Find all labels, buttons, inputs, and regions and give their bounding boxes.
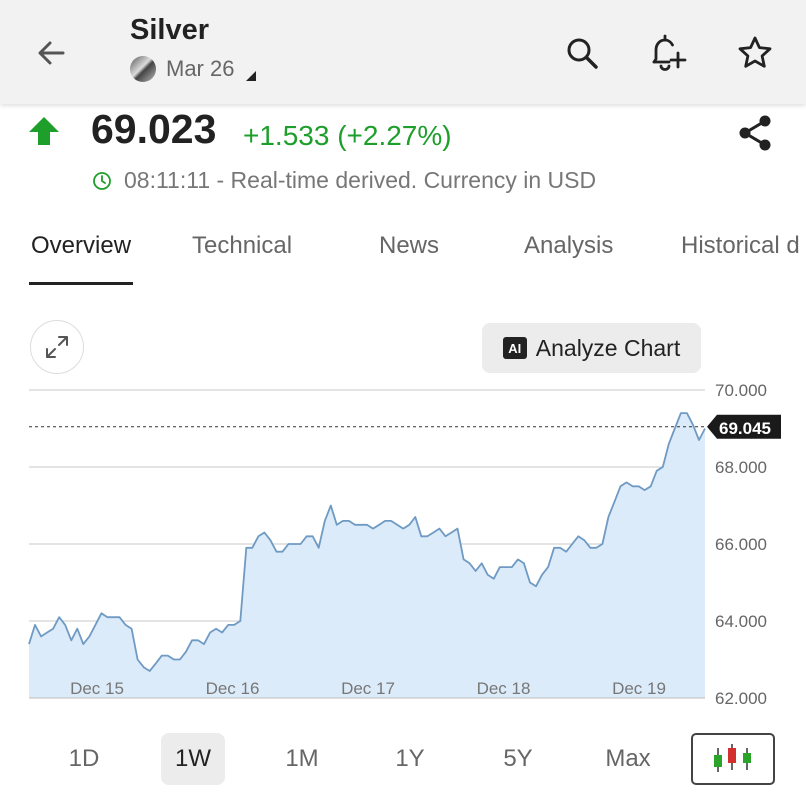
- x-tick-label: Dec 15: [70, 679, 124, 698]
- x-tick-label: Dec 16: [206, 679, 260, 698]
- watchlist-button[interactable]: [734, 32, 776, 74]
- analyze-chart-button[interactable]: AI Analyze Chart: [482, 323, 701, 373]
- section-tabs: Overview Technical News Analysis Histori…: [0, 220, 806, 285]
- range-1d[interactable]: 1D: [52, 733, 116, 785]
- range-1w[interactable]: 1W: [161, 733, 225, 785]
- x-tick-label: Dec 19: [612, 679, 666, 698]
- star-icon: [738, 36, 772, 68]
- back-button[interactable]: [30, 32, 72, 74]
- add-alert-button[interactable]: [646, 32, 688, 74]
- tab-technical[interactable]: Technical: [192, 232, 292, 260]
- x-tick-label: Dec 17: [341, 679, 395, 698]
- instrument-title: Silver: [130, 14, 209, 46]
- back-arrow-icon: [38, 41, 65, 65]
- ai-chat-icon: AI: [502, 337, 527, 359]
- y-tick-label: 70.000: [715, 381, 767, 400]
- tab-overview[interactable]: Overview: [31, 232, 131, 260]
- tab-news[interactable]: News: [379, 232, 439, 260]
- price-area-fill: [29, 413, 705, 698]
- expand-icon: [46, 336, 68, 358]
- contract-month: Mar 26: [166, 56, 235, 81]
- time-range-selector: 1D 1W 1M 1Y 5Y Max: [0, 733, 806, 789]
- ai-badge-text: AI: [508, 340, 522, 356]
- tab-historical-data[interactable]: Historical d: [681, 232, 800, 260]
- realtime-info: 08:11:11 - Real-time derived. Currency i…: [92, 167, 596, 194]
- range-1y[interactable]: 1Y: [378, 733, 442, 785]
- share-icon: [739, 115, 771, 151]
- tab-analysis[interactable]: Analysis: [524, 232, 613, 260]
- dropdown-corner-icon: [246, 71, 257, 81]
- y-tick-label: 66.000: [715, 535, 767, 554]
- range-1m[interactable]: 1M: [270, 733, 334, 785]
- contract-selector[interactable]: Mar 26: [130, 56, 257, 82]
- current-price-label: 69.045: [719, 419, 771, 438]
- clock-icon: [93, 171, 111, 190]
- bell-plus-icon: [652, 34, 687, 71]
- range-5y[interactable]: 5Y: [486, 733, 550, 785]
- last-price: 69.023: [91, 106, 217, 152]
- analyze-chart-label: Analyze Chart: [535, 334, 681, 361]
- active-tab-indicator: [29, 282, 133, 285]
- price-chart[interactable]: 70.000 68.000 66.000 64.000 62.000 69.045 Dec …: [0, 375, 806, 715]
- price-up-arrow-icon: [29, 117, 59, 145]
- chart-type-button[interactable]: [691, 733, 775, 785]
- top-app-bar: Silver Mar 26: [0, 0, 806, 104]
- share-button[interactable]: [734, 111, 778, 155]
- silver-coin-icon: [130, 56, 156, 82]
- fullscreen-button[interactable]: [30, 320, 84, 374]
- realtime-text: 08:11:11 - Real-time derived. Currency i…: [124, 167, 597, 193]
- y-tick-label: 68.000: [715, 458, 767, 477]
- quote-header: 69.023 +1.533 (+2.27%): [28, 106, 788, 158]
- price-change: +1.533 (+2.27%): [243, 120, 452, 151]
- search-icon: [567, 38, 598, 69]
- candlestick-icon: [714, 744, 751, 772]
- x-tick-label: Dec 18: [477, 679, 531, 698]
- range-max[interactable]: Max: [596, 733, 660, 785]
- search-button[interactable]: [561, 32, 603, 74]
- y-tick-label: 64.000: [715, 612, 767, 631]
- y-tick-label: 62.000: [715, 689, 767, 708]
